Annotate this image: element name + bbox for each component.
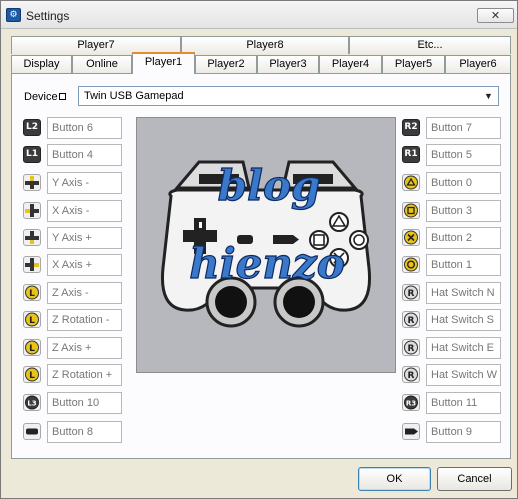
binding-field-rstick-up[interactable]: Hat Switch N	[426, 282, 501, 304]
binding-field-triangle[interactable]: Button 0	[426, 172, 501, 194]
gamepad-illustration: blog hienzo	[160, 160, 372, 328]
binding-field-dpad-left[interactable]: X Axis -	[47, 200, 122, 222]
tab-row-bottom: Display Online Player1 Player2 Player3 P…	[11, 52, 511, 74]
tab-player1[interactable]: Player1	[132, 52, 195, 74]
right-stick-down-icon: R	[402, 311, 420, 328]
tab-row-top: Player7 Player8 Etc...	[11, 36, 511, 54]
svg-text:L: L	[29, 344, 35, 354]
chevron-down-icon[interactable]: ▼	[479, 87, 498, 105]
binding-field-l3[interactable]: Button 10	[47, 392, 122, 414]
square-icon	[402, 202, 420, 219]
left-stick-up-icon: L	[23, 284, 41, 301]
player1-panel: Device Twin USB Gamepad ▼ L2 Button 6 L1…	[11, 73, 511, 459]
right-stick-right-icon: R	[402, 339, 420, 356]
binding-field-dpad-down[interactable]: Y Axis +	[47, 227, 122, 249]
left-stick-right-icon: L	[23, 366, 41, 383]
svg-text:L: L	[29, 371, 35, 381]
binding-field-dpad-up[interactable]: Y Axis -	[47, 172, 122, 194]
r1-icon: R1	[402, 146, 420, 163]
l3-icon: L3	[23, 394, 41, 411]
start-icon	[402, 423, 420, 440]
dpad-down-icon	[23, 229, 41, 246]
device-label: Device	[24, 91, 66, 103]
svg-text:L: L	[29, 316, 35, 326]
tab-player6[interactable]: Player6	[445, 55, 511, 73]
ok-button[interactable]: OK	[358, 467, 431, 491]
settings-window: ⚙ Settings ✕ Player7 Player8 Etc... Disp…	[0, 0, 518, 499]
binding-field-circle[interactable]: Button 1	[426, 254, 501, 276]
right-stick-left-icon: R	[402, 366, 420, 383]
svg-text:L: L	[29, 289, 35, 299]
l1-icon: L1	[23, 146, 41, 163]
right-stick-up-icon: R	[402, 284, 420, 301]
select-icon	[23, 423, 41, 440]
device-label-box	[58, 93, 66, 100]
tab-player5[interactable]: Player5	[382, 55, 445, 73]
binding-field-lstick-up[interactable]: Z Axis -	[47, 282, 122, 304]
cancel-button[interactable]: Cancel	[437, 467, 512, 491]
device-label-text: Device	[24, 91, 58, 103]
tab-player4[interactable]: Player4	[319, 55, 382, 73]
binding-field-cross[interactable]: Button 2	[426, 227, 501, 249]
close-button[interactable]: ✕	[477, 8, 514, 23]
r3-icon: R3	[402, 394, 420, 411]
dpad-right-icon	[23, 256, 41, 273]
circle-icon	[402, 256, 420, 273]
left-stick-down-icon: L	[23, 339, 41, 356]
window-title: Settings	[26, 9, 70, 23]
triangle-icon	[402, 174, 420, 191]
tab-etc[interactable]: Etc...	[349, 36, 511, 54]
binding-field-rstick-left[interactable]: Hat Switch W	[426, 364, 501, 386]
watermark-line1: blog	[218, 161, 321, 210]
svg-text:R: R	[408, 371, 415, 381]
l2-icon: L2	[23, 119, 41, 136]
tab-player3[interactable]: Player3	[257, 55, 319, 73]
binding-field-lstick-down[interactable]: Z Axis +	[47, 337, 122, 359]
title-bar[interactable]: ⚙ Settings ✕	[1, 1, 517, 29]
tab-display[interactable]: Display	[11, 55, 72, 73]
binding-field-l2[interactable]: Button 6	[47, 117, 122, 139]
tab-player2[interactable]: Player2	[195, 55, 257, 73]
binding-field-l1[interactable]: Button 4	[47, 144, 122, 166]
svg-text:R: R	[408, 289, 415, 299]
dpad-up-icon	[23, 174, 41, 191]
device-select-value: Twin USB Gamepad	[84, 90, 184, 102]
dpad-left-icon	[23, 202, 41, 219]
watermark-line2: hienzo	[189, 239, 345, 288]
left-stick-left-icon: L	[23, 311, 41, 328]
binding-field-rstick-down[interactable]: Hat Switch S	[426, 309, 501, 331]
gear-icon: ⚙	[6, 8, 21, 22]
binding-field-lstick-left[interactable]: Z Rotation -	[47, 309, 122, 331]
gamepad-diagram: blog hienzo	[136, 117, 396, 373]
tab-online[interactable]: Online	[72, 55, 132, 73]
svg-text:R: R	[408, 344, 415, 354]
binding-field-r1[interactable]: Button 5	[426, 144, 501, 166]
binding-field-r2[interactable]: Button 7	[426, 117, 501, 139]
binding-field-start[interactable]: Button 9	[426, 421, 501, 443]
svg-text:L3: L3	[27, 400, 36, 408]
binding-field-square[interactable]: Button 3	[426, 200, 501, 222]
svg-text:R3: R3	[406, 400, 416, 408]
device-select[interactable]: Twin USB Gamepad ▼	[78, 86, 499, 106]
binding-field-lstick-right[interactable]: Z Rotation +	[47, 364, 122, 386]
tab-player8[interactable]: Player8	[181, 36, 349, 54]
binding-field-dpad-right[interactable]: X Axis +	[47, 254, 122, 276]
cross-icon	[402, 229, 420, 246]
r2-icon: R2	[402, 119, 420, 136]
binding-field-r3[interactable]: Button 11	[426, 392, 501, 414]
svg-text:R: R	[408, 316, 415, 326]
binding-field-rstick-right[interactable]: Hat Switch E	[426, 337, 501, 359]
binding-field-select[interactable]: Button 8	[47, 421, 122, 443]
